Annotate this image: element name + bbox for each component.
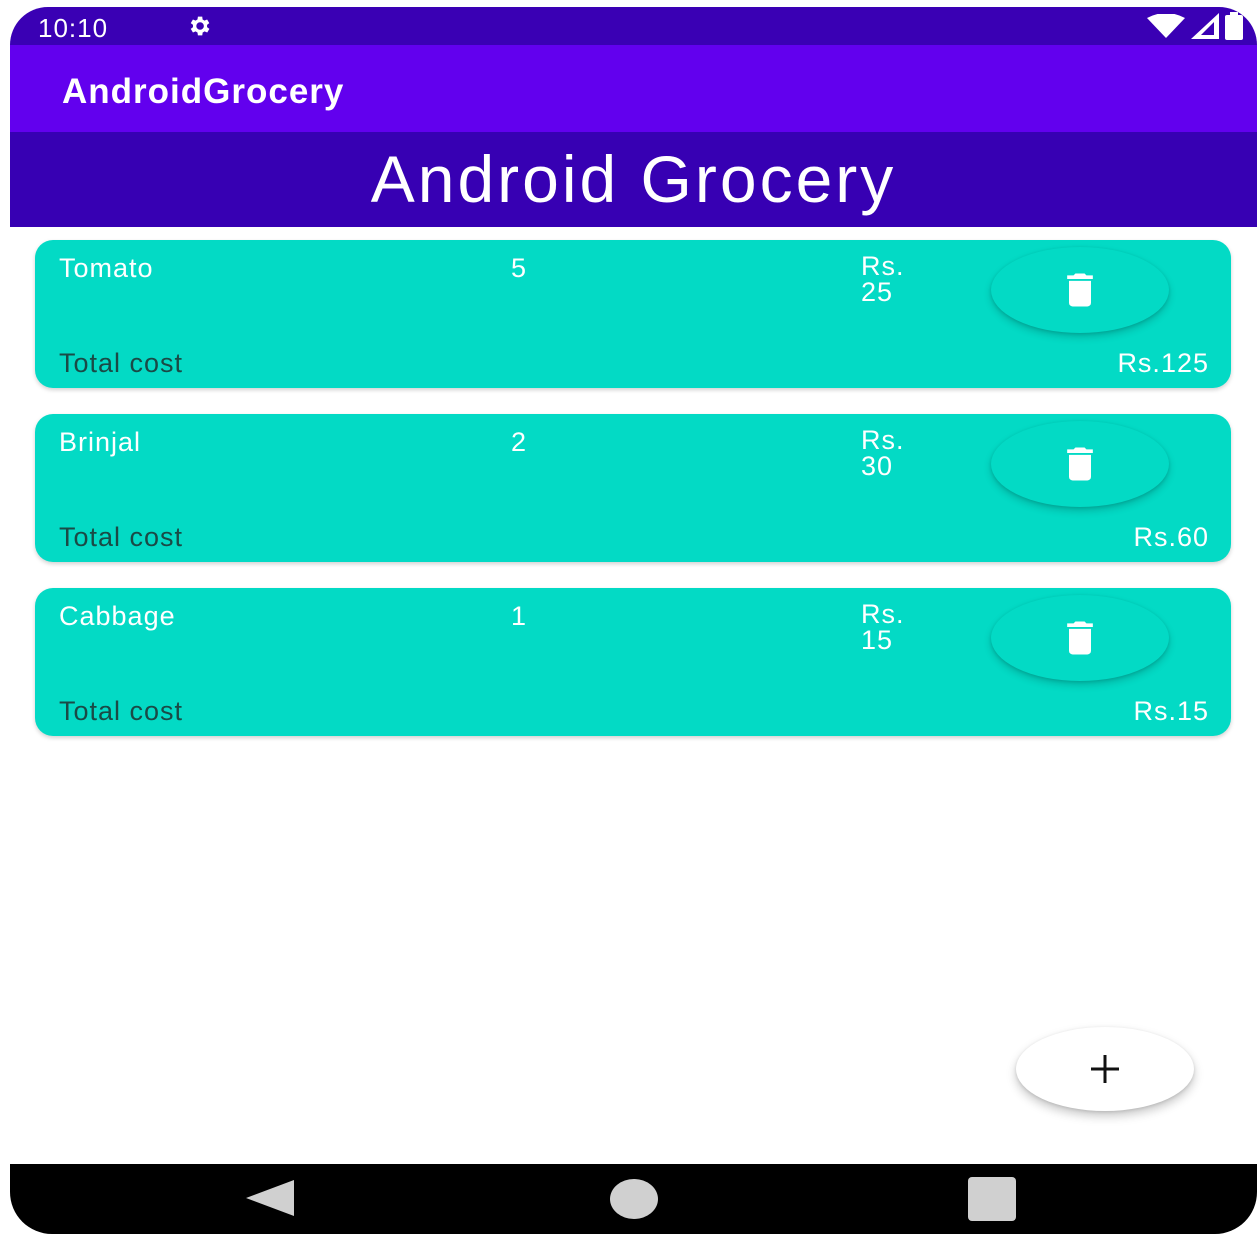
item-price-value: 15: [861, 625, 894, 655]
gear-icon: [190, 16, 210, 36]
wifi-icon: [1147, 14, 1185, 38]
battery-icon: [1225, 12, 1243, 40]
add-item-button[interactable]: [1016, 1027, 1194, 1111]
item-price: Rs. 15: [861, 601, 941, 655]
navigation-bar: [10, 1164, 1257, 1234]
trash-icon: [1067, 273, 1093, 307]
item-name: Brinjal: [59, 427, 142, 457]
item-quantity: 2: [511, 427, 527, 457]
trash-icon: [1067, 447, 1093, 481]
grocery-card[interactable]: Tomato 5 Rs. 25 Total cost Rs.125: [35, 240, 1231, 388]
status-icons: [1147, 12, 1243, 40]
delete-button[interactable]: [991, 247, 1169, 333]
app-bar-title: AndroidGrocery: [62, 72, 345, 111]
grocery-card[interactable]: Brinjal 2 Rs. 30 Total cost Rs.60: [35, 414, 1231, 562]
total-cost-label: Total cost: [59, 522, 184, 552]
delete-button[interactable]: [991, 595, 1169, 681]
item-name: Tomato: [59, 253, 154, 283]
phone-screen: 10:10 AndroidGrocery Android Grocery Tom…: [10, 7, 1257, 1234]
recents-icon[interactable]: [968, 1177, 1016, 1221]
item-quantity: 1: [511, 601, 527, 631]
app-bar: AndroidGrocery: [10, 45, 1257, 132]
status-bar: 10:10: [10, 7, 1257, 45]
signal-icon: [1191, 13, 1219, 39]
item-price: Rs. 30: [861, 427, 941, 481]
item-name: Cabbage: [59, 601, 176, 631]
status-time: 10:10: [38, 13, 109, 43]
back-icon[interactable]: [246, 1180, 294, 1216]
page-title: Android Grocery: [370, 142, 897, 216]
header-banner: Android Grocery: [10, 132, 1257, 227]
total-cost-label: Total cost: [59, 696, 184, 726]
plus-icon: [1091, 1055, 1119, 1083]
item-price-value: 25: [861, 277, 894, 307]
delete-button[interactable]: [991, 421, 1169, 507]
total-cost-label: Total cost: [59, 348, 184, 378]
item-quantity: 5: [511, 253, 527, 283]
grocery-card[interactable]: Cabbage 1 Rs. 15 Total cost Rs.15: [35, 588, 1231, 736]
trash-icon: [1067, 621, 1093, 655]
total-cost-value: Rs.125: [1117, 348, 1209, 378]
total-cost-value: Rs.15: [1133, 696, 1209, 726]
item-price: Rs. 25: [861, 253, 941, 307]
home-icon[interactable]: [610, 1177, 658, 1221]
total-cost-value: Rs.60: [1133, 522, 1209, 552]
item-price-value: 30: [861, 451, 894, 481]
